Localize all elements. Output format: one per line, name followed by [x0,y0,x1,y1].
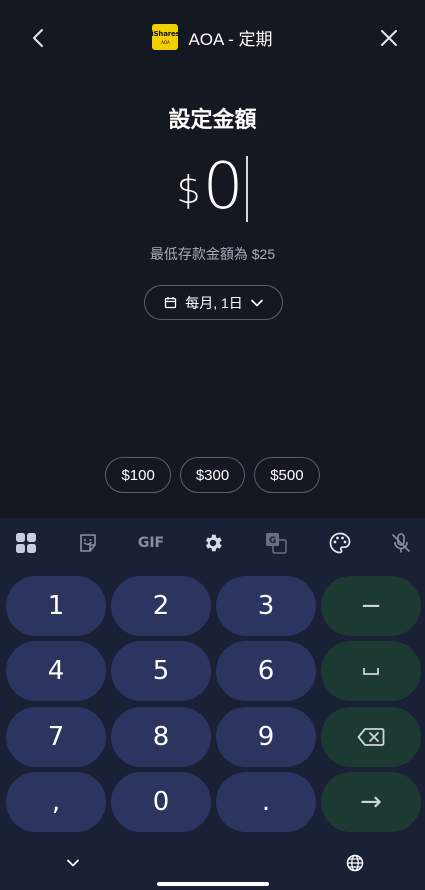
preset-300-button[interactable]: $300 [179,457,246,493]
svg-text:G: G [269,536,276,546]
gear-icon[interactable] [200,530,226,556]
key-3[interactable]: 3 [216,576,316,636]
gif-icon[interactable]: GIF [133,530,169,556]
close-icon [381,30,397,46]
text-cursor [246,156,249,222]
preset-amounts: $100 $300 $500 [0,457,425,493]
key-space[interactable] [321,641,421,701]
amount-input[interactable]: $ 0 [0,150,425,224]
key-0[interactable]: 0 [111,772,211,832]
preset-500-button[interactable]: $500 [254,457,320,493]
key-2[interactable]: 2 [111,576,211,636]
chevron-down-icon [250,299,263,306]
page-title: AOA - 定期 [188,29,273,49]
frequency-label: 每月, 1日 [185,294,243,311]
key-period[interactable]: . [216,772,316,832]
key-backspace[interactable] [321,707,421,767]
key-8[interactable]: 8 [111,707,211,767]
mic-off-icon[interactable] [388,530,414,556]
preset-100-button[interactable]: $100 [105,457,171,493]
keyboard-bottom-bar [0,836,425,890]
key-7[interactable]: 7 [6,707,106,767]
translate-icon[interactable]: G [263,530,289,556]
numeric-keyboard: GIF G 1 2 3 − 4 5 6 7 8 9 , 0 . → [0,518,425,890]
close-button[interactable] [375,24,403,52]
globe-icon [346,854,364,872]
header: iShares AOA AOA - 定期 [0,0,425,76]
calendar-icon [165,297,177,309]
key-5[interactable]: 5 [111,641,211,701]
ishares-logo: iShares AOA [151,24,180,50]
sticker-icon[interactable] [75,530,101,556]
set-amount-heading: 設定金額 [168,108,257,133]
key-4[interactable]: 4 [6,641,106,701]
home-indicator[interactable] [157,882,269,886]
language-button[interactable] [344,852,366,874]
title-area: iShares AOA AOA - 定期 [0,24,425,50]
keyboard-toolbar: GIF G [0,518,425,568]
key-9[interactable]: 9 [216,707,316,767]
amount-value: 0 [202,150,244,224]
key-enter[interactable]: → [321,772,421,832]
space-icon [363,668,379,675]
key-comma[interactable]: , [6,772,106,832]
hide-keyboard-button[interactable] [62,854,84,872]
minimum-deposit-text: 最低存款金額為 $25 [149,246,276,262]
chevron-down-icon [67,859,79,867]
frequency-selector[interactable]: 每月, 1日 [144,285,283,320]
key-minus[interactable]: − [321,576,421,636]
key-1[interactable]: 1 [6,576,106,636]
backspace-icon [357,728,385,746]
palette-icon[interactable] [327,530,353,556]
apps-grid-icon[interactable] [13,530,39,556]
currency-symbol: $ [176,168,201,212]
key-6[interactable]: 6 [216,641,316,701]
